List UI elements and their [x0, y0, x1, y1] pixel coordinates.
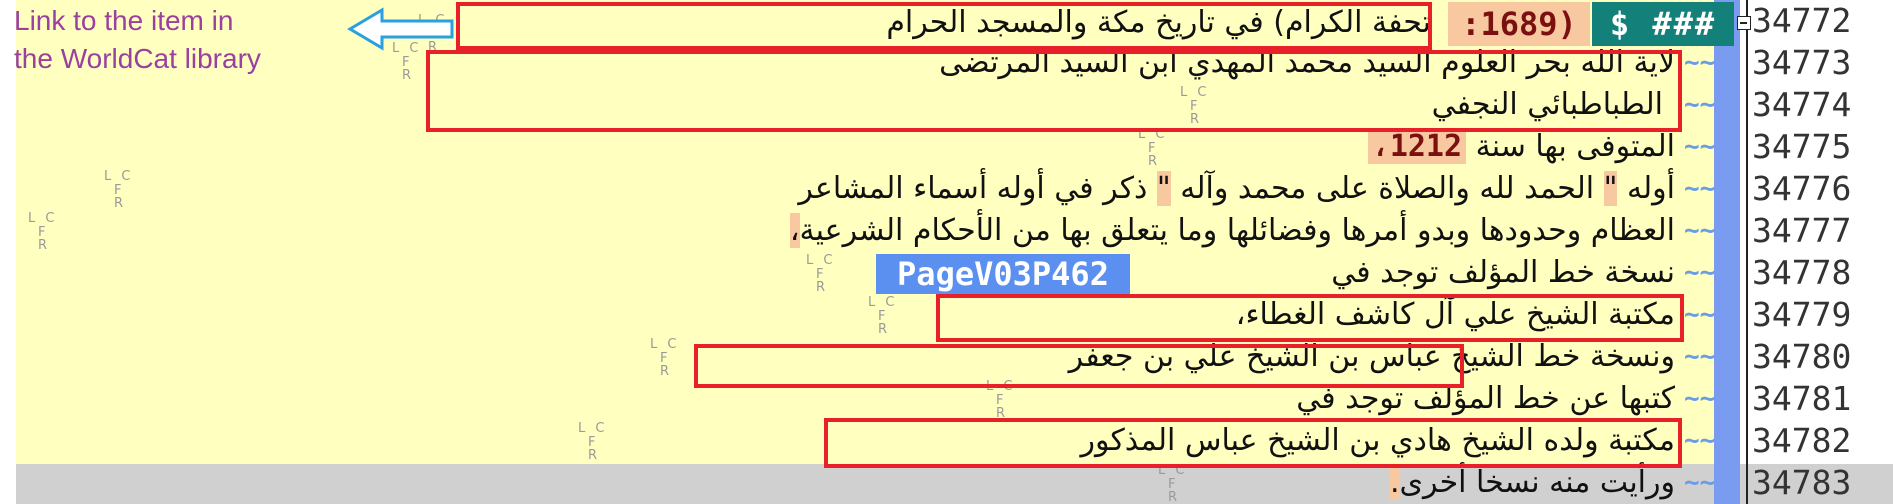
highlight-box-library — [936, 294, 1684, 342]
text-line-34775[interactable]: المتوفى بها سنة 1212، — [1367, 126, 1675, 168]
highlight-box-copyist — [694, 344, 1464, 388]
line-number: 34777 — [1752, 211, 1852, 250]
lcfr-marker: L CF R — [104, 169, 134, 211]
lcfr-marker: L CF R — [806, 253, 836, 295]
lcfr-marker: L CF R — [1138, 127, 1168, 169]
continuation-marker: ~~ — [1684, 90, 1716, 120]
punctuation-mark: . — [1389, 465, 1400, 500]
arrow-left-icon — [347, 7, 454, 51]
text-editor[interactable]: 34772 34773 34774 34775 34776 34777 3477… — [0, 0, 1893, 504]
quote-mark: " — [1156, 171, 1171, 206]
line-number: 34782 — [1752, 421, 1852, 460]
line-number: 34774 — [1752, 85, 1852, 124]
continuation-marker: ~~ — [1684, 384, 1716, 414]
punctuation-mark: ، — [789, 213, 800, 248]
lcfr-marker: L CF R — [650, 337, 680, 379]
line-number: 34781 — [1752, 379, 1852, 418]
fold-toggle-icon[interactable] — [1737, 16, 1751, 30]
continuation-marker: ~~ — [1684, 132, 1716, 162]
lcfr-marker: L CF R — [28, 211, 58, 253]
line-text: العظام وحدودها وبدو أمرها وفضائلها وما ي… — [799, 213, 1675, 248]
continuation-marker: ~~ — [1684, 258, 1716, 288]
text-line-34778[interactable]: نسخة خط المؤلف توجد في — [1331, 252, 1675, 294]
page-tag[interactable]: PageV03P462 — [876, 254, 1130, 294]
line-number: 34772 — [1752, 1, 1852, 40]
gutter-divider — [1746, 0, 1748, 504]
continuation-marker: ~~ — [1684, 342, 1716, 372]
lcfr-marker: L CF R — [868, 295, 898, 337]
text-line-34783[interactable]: ورأيت منه نسخا أخرى. — [1389, 462, 1675, 504]
line-text: المتوفى بها سنة — [1475, 129, 1675, 164]
text-line-34777[interactable]: العظام وحدودها وبدو أمرها وفضائلها وما ي… — [789, 210, 1675, 252]
line-number: 34780 — [1752, 337, 1852, 376]
fold-marker-strip — [1714, 0, 1740, 504]
highlight-box-owner — [824, 418, 1682, 468]
continuation-marker: ~~ — [1684, 468, 1716, 498]
highlight-box-author — [426, 50, 1682, 132]
text-line-34776[interactable]: أوله " الحمد لله والصلاة على محمد وآله "… — [798, 168, 1675, 210]
line-text: ورأيت منه نسخا أخرى — [1399, 465, 1675, 500]
line-number: 34778 — [1752, 253, 1852, 292]
quote-mark: " — [1603, 171, 1618, 206]
line-number: 34776 — [1752, 169, 1852, 208]
line-text: الحمد لله والصلاة على محمد وآله — [1180, 171, 1595, 206]
continuation-marker: ~~ — [1684, 174, 1716, 204]
line-number: 34783 — [1752, 463, 1852, 502]
year-number: 1212، — [1367, 129, 1467, 164]
lcfr-marker: L CF R — [578, 421, 608, 463]
line-text: أوله — [1626, 171, 1675, 206]
continuation-marker: ~~ — [1684, 300, 1716, 330]
line-number: 34779 — [1752, 295, 1852, 334]
line-number: 34773 — [1752, 43, 1852, 82]
worldcat-annotation: Link to the item in the WorldCat library — [14, 5, 261, 74]
header-tag: $ ### — [1592, 2, 1734, 46]
continuation-marker: ~~ — [1684, 48, 1716, 78]
lcfr-marker: L CF R — [1158, 463, 1188, 504]
line-text: ذكر في أوله أسماء المشاعر — [798, 171, 1148, 206]
continuation-marker: ~~ — [1684, 216, 1716, 246]
year-tag: :1689) — [1448, 2, 1590, 46]
line-number: 34775 — [1752, 127, 1852, 166]
continuation-marker: ~~ — [1684, 426, 1716, 456]
highlight-box-title — [456, 2, 1432, 50]
